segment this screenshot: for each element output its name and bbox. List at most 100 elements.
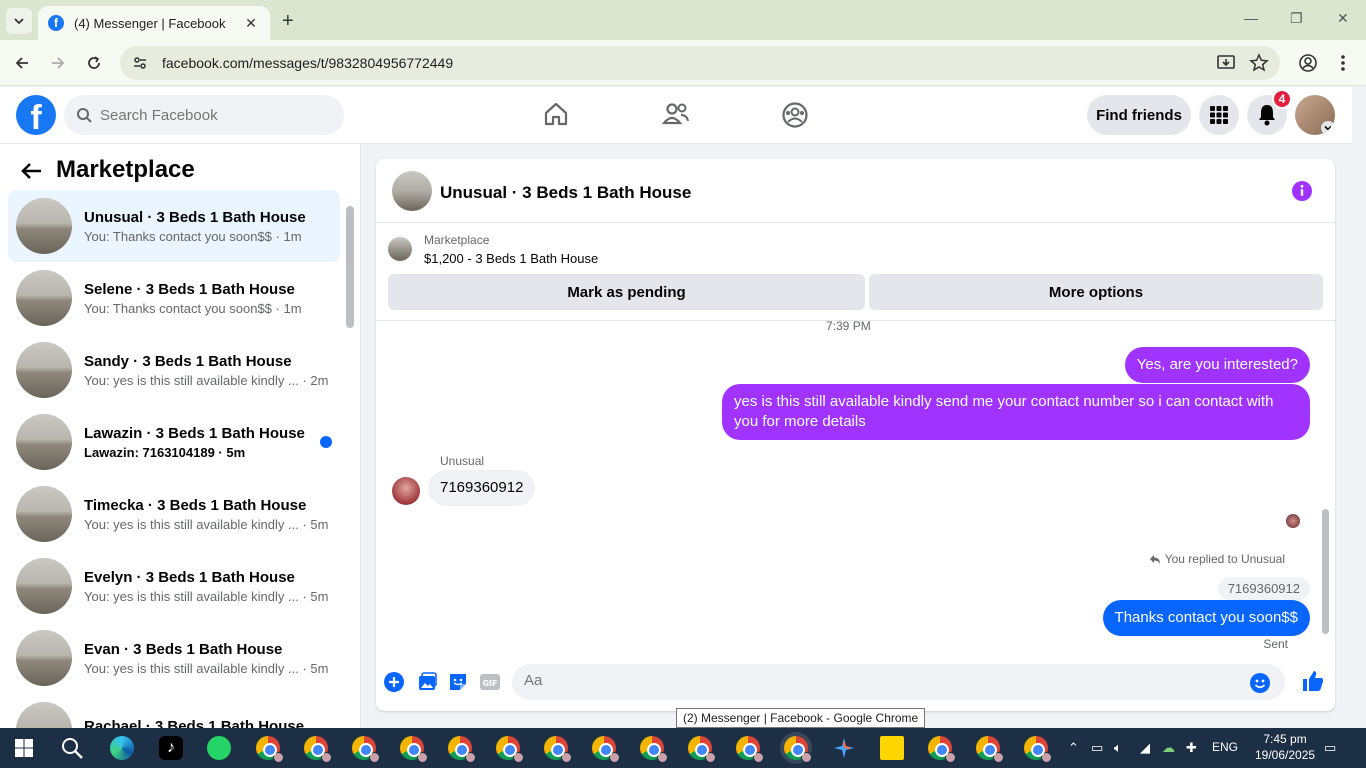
profile-icon[interactable] — [1298, 53, 1318, 73]
chevron-up-icon[interactable]: ⌃ — [1068, 740, 1079, 756]
reload-icon[interactable] — [83, 52, 105, 74]
minimize-icon[interactable]: — — [1244, 10, 1258, 26]
find-friends-button[interactable]: Find friends — [1087, 95, 1191, 135]
facebook-search[interactable] — [64, 95, 344, 135]
chrome-icon[interactable] — [400, 736, 428, 763]
chevron-down-icon — [14, 18, 24, 25]
site-info-icon[interactable] — [132, 55, 148, 71]
message-input[interactable] — [524, 672, 1224, 689]
new-tab-plus-icon[interactable]: + — [282, 10, 294, 33]
windows-start-icon[interactable] — [12, 736, 36, 760]
chrome-icon[interactable] — [976, 736, 1004, 763]
chat-scrollbar[interactable] — [1321, 329, 1329, 649]
conversation-item[interactable]: Unusual · 3 Beds 1 Bath House You: Thanks… — [8, 190, 340, 262]
page-scrollbar[interactable] — [1352, 87, 1366, 728]
chrome-icon[interactable] — [1024, 736, 1052, 763]
input-language[interactable]: ENG — [1212, 740, 1238, 754]
chrome-icon[interactable] — [928, 736, 956, 763]
restore-icon[interactable]: ❐ — [1290, 10, 1303, 27]
facebook-favicon-icon: f — [48, 15, 64, 31]
search-input[interactable] — [100, 106, 320, 124]
bookmark-star-icon[interactable] — [1249, 53, 1269, 73]
outgoing-message[interactable]: Yes, are you interested? — [1124, 347, 1310, 383]
menu-grid-button[interactable] — [1199, 95, 1239, 135]
more-options-button[interactable]: More options — [869, 274, 1323, 310]
back-arrow-icon[interactable] — [20, 162, 42, 180]
chrome-icon[interactable] — [736, 736, 764, 763]
network-icon[interactable]: ◢ — [1140, 740, 1150, 756]
sidebar-scrollbar[interactable] — [346, 196, 354, 716]
system-clock[interactable]: 7:45 pm 19/06/2025 — [1255, 731, 1315, 763]
listing-price[interactable]: $1,200 - 3 Beds 1 Bath House — [424, 251, 598, 266]
address-bar[interactable]: facebook.com/messages/t/9832804956772449 — [120, 46, 1280, 80]
chrome-icon[interactable] — [688, 736, 716, 763]
conversation-snippet: You: yes is this still available kindly … — [84, 372, 329, 388]
message-input-wrapper[interactable] — [512, 664, 1285, 700]
conversation-name: Unusual · 3 Beds 1 Bath House — [84, 208, 306, 226]
scrollbar-thumb[interactable] — [1322, 509, 1329, 634]
chrome-icon[interactable] — [544, 736, 572, 763]
conversation-item[interactable]: Sandy · 3 Beds 1 Bath House You: yes is t… — [8, 334, 340, 406]
browser-tab-messenger[interactable]: f (4) Messenger | Facebook ✕ — [38, 6, 270, 40]
url-text[interactable]: facebook.com/messages/t/9832804956772449 — [162, 55, 453, 71]
thumbs-up-icon[interactable] — [1301, 669, 1325, 693]
battery-icon[interactable]: ▭ — [1091, 740, 1103, 756]
search-icon[interactable] — [60, 736, 84, 760]
facebook-logo-icon[interactable]: f — [16, 95, 56, 135]
sender-avatar[interactable] — [392, 477, 420, 505]
tiktok-icon[interactable]: ♪ — [159, 736, 183, 760]
tab-search-button[interactable] — [6, 8, 32, 34]
browser-menu-icon[interactable] — [1340, 53, 1346, 73]
info-icon[interactable] — [1291, 180, 1313, 202]
close-tab-icon[interactable]: ✕ — [242, 15, 260, 32]
mark-as-pending-button[interactable]: Mark as pending — [388, 274, 865, 310]
volume-icon[interactable]: 🔈︎ — [1114, 740, 1122, 756]
groups-icon[interactable] — [781, 101, 809, 129]
install-app-icon[interactable] — [1216, 53, 1236, 73]
listing-thumbnail — [16, 630, 72, 686]
friends-icon[interactable] — [662, 101, 690, 127]
listing-thumbnail — [16, 558, 72, 614]
chrome-icon[interactable] — [640, 736, 668, 763]
chrome-icon[interactable] — [592, 736, 620, 763]
app-tray-icon[interactable]: ✚ — [1186, 740, 1197, 756]
search-icon — [77, 108, 92, 123]
sticker-icon[interactable] — [447, 671, 469, 693]
listing-thumbnail[interactable] — [388, 237, 412, 261]
outgoing-message[interactable]: Thanks contact you soon$$ — [1102, 600, 1310, 636]
emoji-icon[interactable] — [1249, 672, 1271, 694]
quoted-message[interactable]: 7169360912 — [1217, 577, 1310, 600]
chrome-icon[interactable] — [256, 736, 284, 763]
home-icon[interactable] — [543, 101, 569, 127]
chat-title[interactable]: Unusual · 3 Beds 1 Bath House — [440, 183, 691, 203]
conversation-item[interactable]: Lawazin · 3 Beds 1 Bath House Lawazin: 71… — [8, 406, 340, 478]
sticky-notes-icon[interactable] — [880, 736, 904, 760]
edge-browser-icon[interactable] — [110, 736, 134, 760]
forward-icon[interactable] — [47, 52, 69, 74]
plus-circle-icon[interactable] — [383, 671, 405, 693]
conversation-item[interactable]: Selene · 3 Beds 1 Bath House You: Thanks … — [8, 262, 340, 334]
back-icon[interactable] — [11, 52, 33, 74]
notification-center-icon[interactable]: ▭ — [1324, 740, 1336, 756]
chrome-icon[interactable] — [352, 736, 380, 763]
conversation-item[interactable]: Evan · 3 Beds 1 Bath House You: yes is th… — [8, 622, 340, 694]
chrome-icon[interactable] — [304, 736, 332, 763]
whatsapp-icon[interactable] — [207, 736, 231, 760]
conversation-snippet: You: yes is this still available kindly … — [84, 660, 329, 676]
scrollbar-thumb[interactable] — [346, 206, 354, 328]
chrome-icon[interactable] — [784, 736, 812, 763]
outgoing-message[interactable]: yes is this still available kindly send … — [722, 384, 1310, 440]
incoming-message[interactable]: 7169360912 — [428, 470, 536, 506]
close-window-icon[interactable]: ✕ — [1337, 10, 1349, 27]
chrome-icon[interactable] — [496, 736, 524, 763]
cloud-icon[interactable]: ☁︎ — [1162, 740, 1175, 756]
conversation-item[interactable]: Evelyn · 3 Beds 1 Bath House You: yes is … — [8, 550, 340, 622]
gif-icon[interactable]: GIF — [479, 671, 501, 693]
chat-avatar[interactable] — [392, 171, 432, 211]
chevron-down-icon — [1321, 121, 1335, 135]
chrome-icon[interactable] — [448, 736, 476, 763]
conversation-item[interactable]: Timecka · 3 Beds 1 Bath House You: yes is… — [8, 478, 340, 550]
app-icon[interactable] — [832, 736, 856, 760]
photo-icon[interactable] — [416, 671, 438, 693]
account-avatar[interactable] — [1295, 95, 1335, 135]
